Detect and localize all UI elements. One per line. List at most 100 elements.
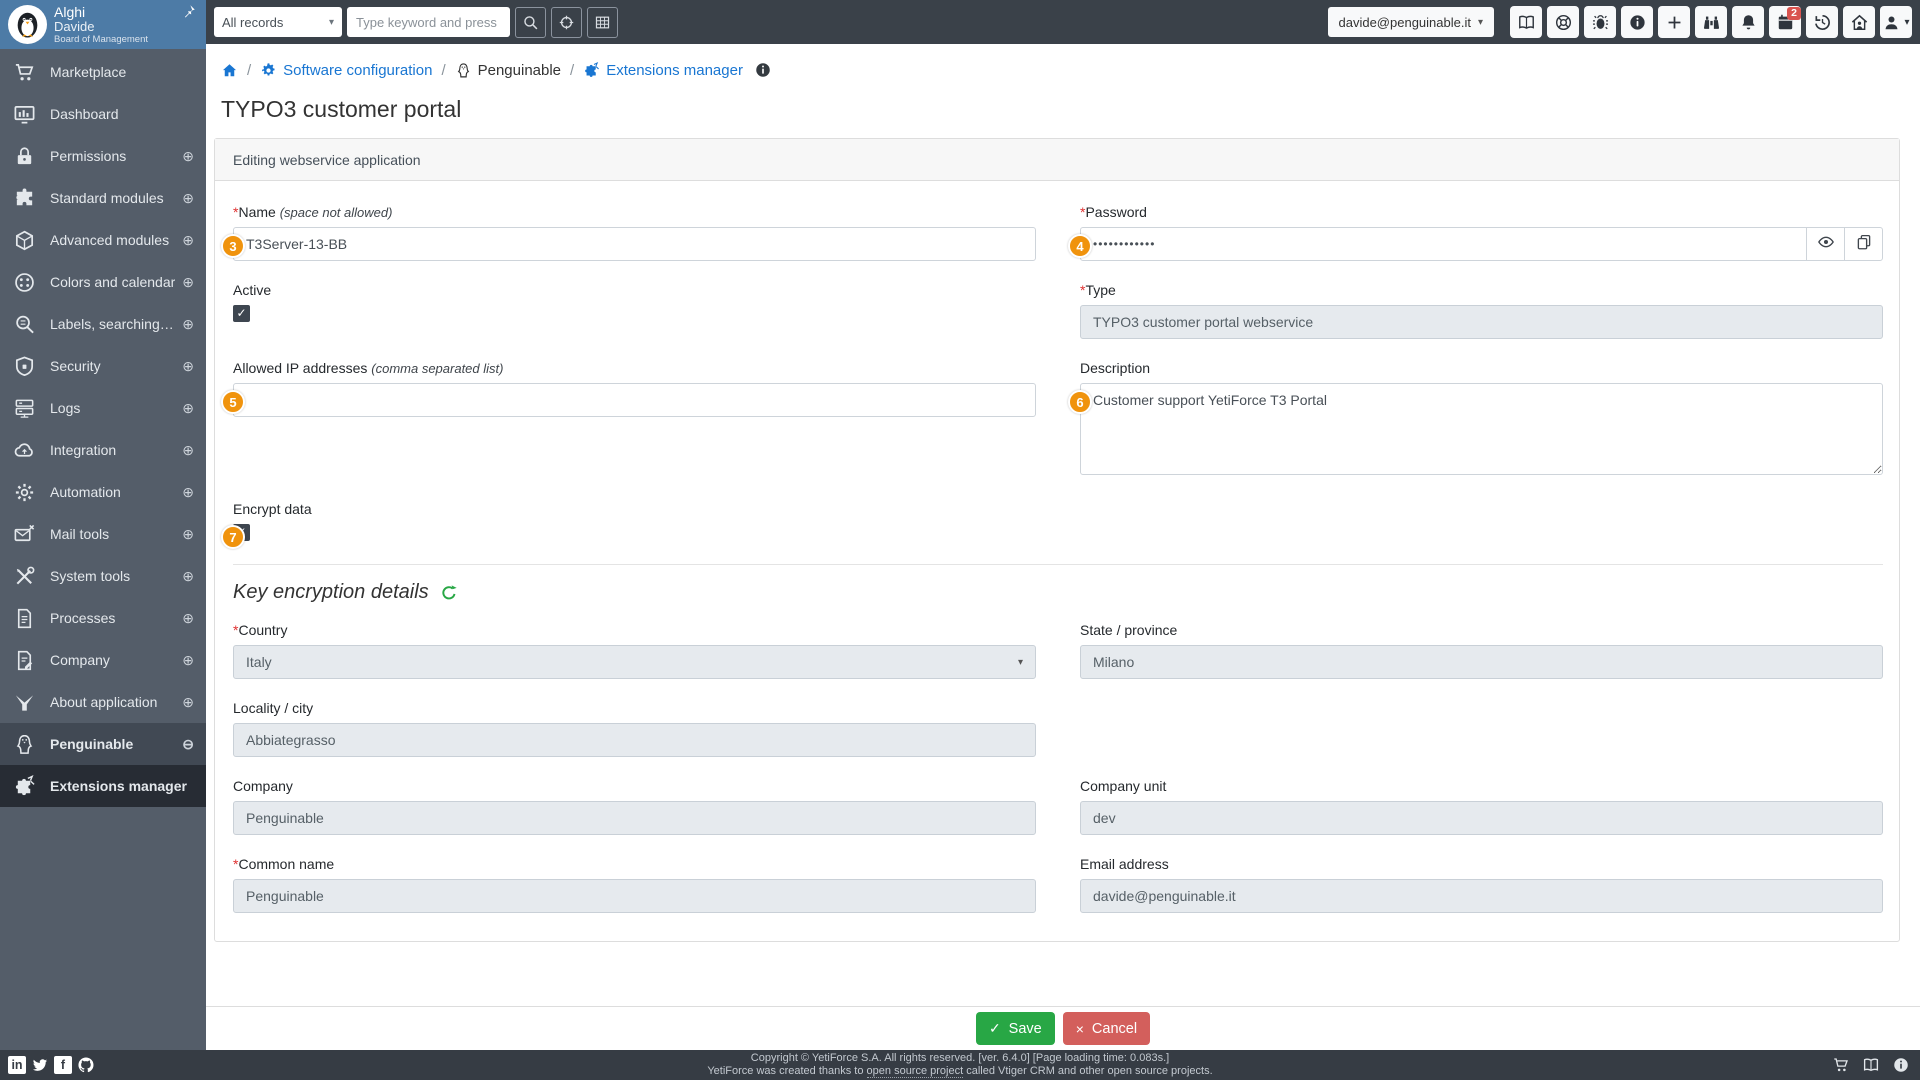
- check-icon: ✓: [989, 1020, 1001, 1037]
- address-book-button[interactable]: [1510, 6, 1542, 38]
- card-header-title: Editing webservice application: [233, 152, 421, 168]
- cancel-button[interactable]: × Cancel: [1063, 1012, 1150, 1045]
- info-button[interactable]: [1621, 6, 1653, 38]
- show-password-button[interactable]: [1806, 227, 1845, 261]
- notification-count-badge: 2: [1787, 7, 1801, 20]
- support-button[interactable]: [1547, 6, 1579, 38]
- advanced-search-button[interactable]: [551, 7, 582, 38]
- save-button[interactable]: ✓ Save: [976, 1012, 1055, 1045]
- sidebar-item-label: Standard modules: [50, 190, 164, 206]
- sidebar-item-security[interactable]: Security⊕: [0, 345, 206, 387]
- name-input[interactable]: [233, 227, 1036, 261]
- open-source-link[interactable]: open source project: [867, 1065, 964, 1078]
- expand-plus-icon[interactable]: ⊕: [176, 694, 194, 711]
- caret-down-icon: ▾: [1478, 17, 1483, 28]
- expand-plus-icon[interactable]: ⊕: [176, 274, 194, 291]
- notifications-button[interactable]: [1732, 6, 1764, 38]
- active-checkbox[interactable]: ✓: [233, 305, 250, 322]
- expand-plus-icon[interactable]: ⊕: [176, 610, 194, 627]
- bug-report-button[interactable]: [1584, 6, 1616, 38]
- sidebar-item-colors-and-calendar[interactable]: Colors and calendar⊕: [0, 261, 206, 303]
- expand-plus-icon[interactable]: ⊕: [176, 358, 194, 375]
- sidebar-item-extensions-manager[interactable]: Extensions manager: [0, 765, 206, 807]
- calendar-button[interactable]: 2: [1769, 6, 1801, 38]
- collapse-minus-icon[interactable]: ⊖: [176, 736, 194, 753]
- sidebar-item-integration[interactable]: Integration ⊕: [0, 429, 206, 471]
- quick-create-icon: [1665, 13, 1684, 32]
- expand-plus-icon[interactable]: ⊕: [176, 652, 194, 669]
- expand-plus-icon[interactable]: ⊕: [176, 484, 194, 501]
- sidebar-item-advanced-modules[interactable]: Advanced modules ⊕: [0, 219, 206, 261]
- expand-plus-icon[interactable]: ⊕: [176, 316, 194, 333]
- sidebar-item-penguinable[interactable]: Penguinable⊖: [0, 723, 206, 765]
- linkedin-icon[interactable]: in: [8, 1056, 26, 1074]
- copy-password-button[interactable]: [1844, 227, 1883, 261]
- sidebar-item-about-application[interactable]: About application⊕: [0, 681, 206, 723]
- sidebar-item-permissions[interactable]: Permissions⊕: [0, 135, 206, 177]
- expand-plus-icon[interactable]: ⊕: [176, 526, 194, 543]
- global-search-input[interactable]: [347, 7, 510, 37]
- breadcrumb-software-configuration[interactable]: Software configuration: [260, 62, 432, 79]
- cart-icon[interactable]: [1832, 1056, 1850, 1074]
- sidebar-item-standard-modules[interactable]: Standard modules ⊕: [0, 177, 206, 219]
- user-menu-button[interactable]: ▾: [1880, 6, 1912, 38]
- country-select[interactable]: Italy ▾: [233, 645, 1036, 679]
- sidebar-item-marketplace[interactable]: Marketplace: [0, 51, 206, 93]
- state-label: State / province: [1080, 622, 1883, 638]
- history-button[interactable]: [1806, 6, 1838, 38]
- field-country: *Country Italy ▾: [233, 622, 1036, 679]
- type-label: Type: [1085, 282, 1115, 298]
- account-menu-button[interactable]: davide@penguinable.it ▾: [1328, 7, 1495, 37]
- info-icon[interactable]: [754, 61, 772, 79]
- grid-view-button[interactable]: [587, 7, 618, 38]
- sidebar-item-label: Advanced modules: [50, 232, 169, 248]
- facebook-icon[interactable]: f: [54, 1056, 72, 1074]
- page-title: TYPO3 customer portal: [221, 96, 1900, 123]
- sidebar-item-automation[interactable]: Automation⊕: [0, 471, 206, 513]
- twitter-icon[interactable]: [31, 1056, 49, 1074]
- records-filter-select[interactable]: All records ▾: [214, 7, 342, 37]
- app-window: Alghi Davide Board of Management Marketp…: [0, 0, 1920, 1050]
- breadcrumb-extensions-manager[interactable]: Extensions manager: [583, 62, 743, 79]
- breadcrumb-separator: /: [247, 62, 251, 79]
- expand-plus-icon[interactable]: ⊕: [176, 442, 194, 459]
- search-button[interactable]: [515, 7, 546, 38]
- sidebar-item-mail-tools[interactable]: Mail tools⊕: [0, 513, 206, 555]
- expand-plus-icon[interactable]: ⊕: [176, 148, 194, 165]
- sidebar-item-processes[interactable]: Processes⊕: [0, 597, 206, 639]
- expand-plus-icon[interactable]: ⊕: [176, 400, 194, 417]
- locality-input: [233, 723, 1036, 757]
- pin-sidebar-icon[interactable]: [181, 4, 196, 19]
- caret-down-icon: ▾: [1904, 17, 1909, 28]
- sidebar-menu: MarketplaceDashboardPermissions⊕Standard…: [0, 49, 206, 1050]
- credits-line: YetiForce was created thanks to open sou…: [707, 1065, 1212, 1078]
- cancel-label: Cancel: [1092, 1021, 1137, 1037]
- user-block[interactable]: Alghi Davide Board of Management: [0, 0, 206, 49]
- sidebar-item-labels-searching-a[interactable]: Labels, searching a…⊕: [0, 303, 206, 345]
- book-icon[interactable]: [1862, 1056, 1880, 1074]
- password-input[interactable]: [1080, 227, 1807, 261]
- refresh-icon[interactable]: [440, 584, 458, 602]
- info-icon[interactable]: [1892, 1056, 1910, 1074]
- organization-button[interactable]: [1695, 6, 1727, 38]
- description-textarea[interactable]: Customer support YetiForce T3 Portal: [1080, 383, 1883, 475]
- sidebar-item-dashboard[interactable]: Dashboard: [0, 93, 206, 135]
- gear-icon: [13, 481, 36, 504]
- sidebar-item-label: System tools: [50, 568, 130, 584]
- expand-plus-icon[interactable]: ⊕: [176, 568, 194, 585]
- home-shortcut-button[interactable]: [1843, 6, 1875, 38]
- sidebar-item-logs[interactable]: Logs⊕: [0, 387, 206, 429]
- expand-plus-icon[interactable]: ⊕: [176, 190, 194, 207]
- hint-badge-7: 7: [221, 525, 245, 549]
- sidebar-item-system-tools[interactable]: System tools ⊕: [0, 555, 206, 597]
- sidebar-item-label: Integration: [50, 442, 116, 458]
- expand-plus-icon[interactable]: ⊕: [176, 232, 194, 249]
- breadcrumb-home[interactable]: [221, 62, 238, 79]
- sidebar-item-company[interactable]: Company⊕: [0, 639, 206, 681]
- field-company: Company: [233, 778, 1036, 835]
- allowed-ip-label: Allowed IP addresses: [233, 360, 367, 376]
- quick-create-button[interactable]: [1658, 6, 1690, 38]
- active-label: Active: [233, 282, 1036, 298]
- github-icon[interactable]: [77, 1056, 95, 1074]
- allowed-ip-input[interactable]: [233, 383, 1036, 417]
